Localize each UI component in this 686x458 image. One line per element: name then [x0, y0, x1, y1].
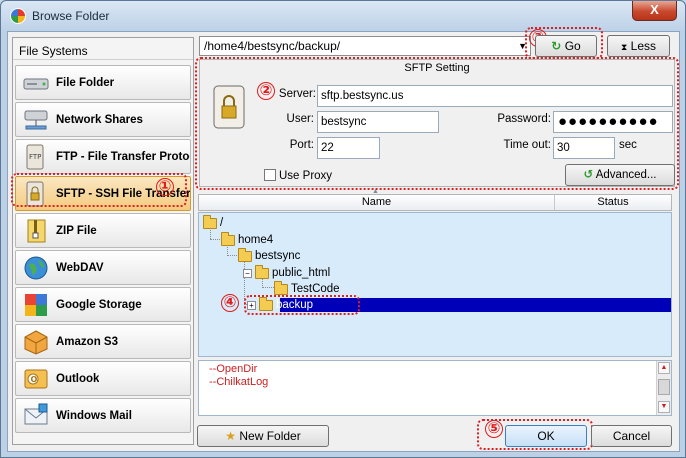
- callout-box-4: [244, 295, 360, 315]
- fs-item-label: Outlook: [56, 372, 100, 385]
- callout-number-4: ④: [221, 294, 239, 312]
- fs-item-google-storage[interactable]: Google Storage: [15, 287, 191, 322]
- less-button[interactable]: ⧗ Less: [607, 35, 670, 57]
- go-button-label: Go: [564, 39, 581, 53]
- fs-item-ftp[interactable]: FTP FTP - File Transfer Protoc: [15, 139, 191, 174]
- column-status-header[interactable]: Status: [555, 195, 671, 210]
- fs-item-label: File Folder: [56, 76, 115, 89]
- new-folder-button[interactable]: ★ New Folder: [197, 425, 329, 447]
- folder-icon: [238, 247, 252, 262]
- svg-text:FTP: FTP: [29, 153, 41, 161]
- log-output[interactable]: --OpenDir --ChilkatLog ▲ ▼: [198, 360, 672, 416]
- folder-icon: [274, 280, 288, 295]
- tree-node-label: TestCode: [291, 283, 340, 295]
- app-logo-icon: [10, 8, 26, 24]
- svg-text:O: O: [31, 375, 38, 384]
- dialog-client: File Systems File Folder Network Shares …: [7, 27, 680, 452]
- file-systems-panel: File Systems File Folder Network Shares …: [12, 37, 194, 445]
- fs-item-label: Amazon S3: [56, 335, 118, 348]
- fs-item-network-shares[interactable]: Network Shares: [15, 102, 191, 137]
- fs-item-label: Network Shares: [56, 113, 143, 126]
- close-button[interactable]: X: [632, 1, 677, 21]
- fs-item-webdav[interactable]: WebDAV: [15, 250, 191, 285]
- sort-arrow-icon: ▲: [372, 188, 379, 195]
- fs-item-label: Google Storage: [56, 298, 142, 311]
- less-button-label: Less: [630, 39, 657, 53]
- fs-item-windows-mail[interactable]: Windows Mail: [15, 398, 191, 433]
- fs-item-zip[interactable]: ZIP File: [15, 213, 191, 248]
- scroll-up-icon[interactable]: ▲: [658, 362, 670, 374]
- fs-item-outlook[interactable]: O Outlook: [15, 361, 191, 396]
- ok-button[interactable]: OK: [505, 425, 587, 447]
- path-combobox[interactable]: /home4/bestsync/backup/ ▼: [199, 36, 531, 56]
- tree-node-label: public_html: [272, 267, 331, 279]
- file-systems-header: File Systems: [13, 38, 193, 60]
- globe-icon: [22, 254, 50, 282]
- cancel-button[interactable]: Cancel: [591, 425, 672, 447]
- windows-mail-icon: [22, 402, 50, 430]
- folder-icon: [221, 231, 235, 246]
- scroll-down-icon[interactable]: ▼: [658, 401, 670, 413]
- fs-item-file-folder[interactable]: File Folder: [15, 65, 191, 100]
- new-folder-label: New Folder: [239, 429, 301, 443]
- tree-node-label: /: [220, 217, 224, 229]
- log-line: --ChilkatLog: [209, 376, 269, 388]
- folder-icon: [255, 264, 269, 279]
- new-folder-icon: ★: [225, 429, 237, 443]
- callout-box-2: [195, 57, 679, 190]
- folder-tree[interactable]: / home4 bestsync − public_html TestCode …: [198, 212, 672, 357]
- tree-node-public-html[interactable]: − public_html: [243, 264, 331, 280]
- tree-node-home4[interactable]: home4: [221, 231, 274, 247]
- browse-folder-window: Browse Folder X File Systems File Folder…: [0, 0, 686, 458]
- column-name-header[interactable]: Name: [199, 195, 555, 210]
- callout-number-5: ⑤: [485, 420, 503, 438]
- fs-item-amazon-s3[interactable]: Amazon S3: [15, 324, 191, 359]
- tree-node-label: home4: [238, 234, 274, 246]
- fs-item-label: WebDAV: [56, 261, 104, 274]
- collapse-icon: ⧗: [620, 42, 628, 52]
- log-line: --OpenDir: [209, 363, 258, 375]
- scroll-thumb[interactable]: [658, 379, 670, 395]
- tree-column-header: Name Status: [198, 194, 672, 211]
- zip-file-icon: [22, 217, 50, 245]
- path-value: /home4/bestsync/backup/: [204, 39, 341, 53]
- fs-item-label: Windows Mail: [56, 409, 132, 422]
- amazon-box-icon: [22, 328, 50, 356]
- callout-number-1: ①: [156, 178, 174, 196]
- go-button[interactable]: ↻ Go: [535, 35, 597, 57]
- tree-node-root[interactable]: /: [203, 214, 224, 230]
- tree-node-testcode[interactable]: TestCode: [274, 280, 340, 296]
- folder-icon: [203, 214, 217, 229]
- tree-node-label: bestsync: [255, 250, 301, 262]
- outlook-icon: O: [22, 365, 50, 393]
- window-title: Browse Folder: [32, 9, 110, 23]
- ftp-server-icon: FTP: [22, 143, 50, 171]
- fs-item-label: FTP - File Transfer Protoc: [56, 150, 190, 163]
- log-scrollbar[interactable]: ▲ ▼: [656, 361, 671, 415]
- google-icon: [22, 291, 50, 319]
- refresh-icon: ↻: [551, 39, 562, 53]
- collapse-toggle-icon[interactable]: −: [243, 268, 252, 278]
- network-drive-icon: [22, 106, 50, 134]
- drive-icon: [22, 69, 50, 97]
- fs-item-label: ZIP File: [56, 224, 97, 237]
- tree-node-bestsync[interactable]: bestsync: [238, 247, 301, 263]
